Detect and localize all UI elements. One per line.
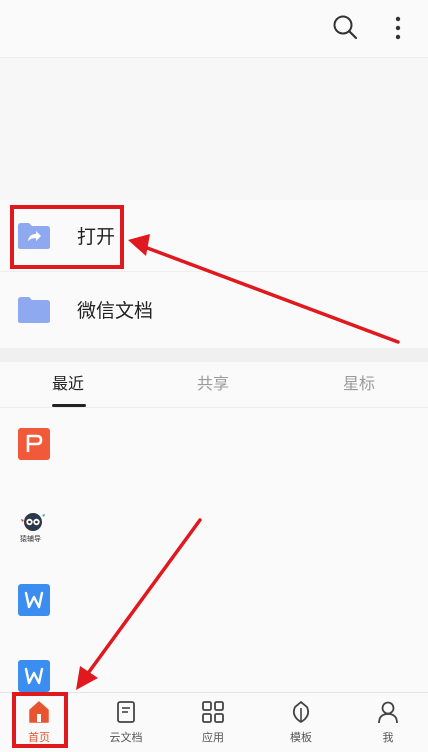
nav-label: 模板 (290, 731, 312, 744)
tab-shared[interactable]: 共享 (197, 373, 229, 395)
banner-area (0, 59, 428, 199)
apps-grid-icon (200, 699, 226, 725)
cloud-doc-icon (113, 699, 139, 725)
active-tab-indicator (52, 404, 86, 407)
search-icon[interactable] (332, 14, 358, 40)
folder-icon (17, 296, 51, 324)
nav-apps[interactable]: 应用 (183, 693, 243, 752)
more-vertical-icon[interactable] (386, 14, 410, 42)
folder-label: 微信文档 (77, 300, 154, 322)
annotation-highlight-open-folder (10, 205, 124, 269)
nav-label: 应用 (202, 731, 224, 744)
word-file-icon[interactable] (18, 660, 50, 692)
tab-starred[interactable]: 星标 (343, 373, 375, 395)
nav-me[interactable]: 我 (358, 693, 418, 752)
tab-bar: 最近 共享 星标 (0, 362, 428, 408)
nav-templates[interactable]: 模板 (271, 693, 331, 752)
mascot-caption: 猿辅导 (20, 535, 41, 543)
template-leaf-icon (288, 699, 314, 725)
folder-item-wechat-docs[interactable]: 微信文档 (0, 274, 428, 346)
section-divider (0, 348, 428, 362)
nav-label: 云文档 (109, 731, 143, 744)
nav-label: 我 (382, 731, 394, 744)
word-file-icon[interactable] (18, 584, 50, 616)
recent-file-list: 猿辅导 (0, 408, 428, 692)
ppt-file-icon[interactable] (18, 428, 50, 460)
top-bar (0, 0, 428, 58)
user-icon (375, 699, 401, 725)
annotation-highlight-home-tab (12, 692, 68, 748)
tab-recent[interactable]: 最近 (52, 373, 84, 395)
nav-cloud-docs[interactable]: 云文档 (96, 693, 156, 752)
